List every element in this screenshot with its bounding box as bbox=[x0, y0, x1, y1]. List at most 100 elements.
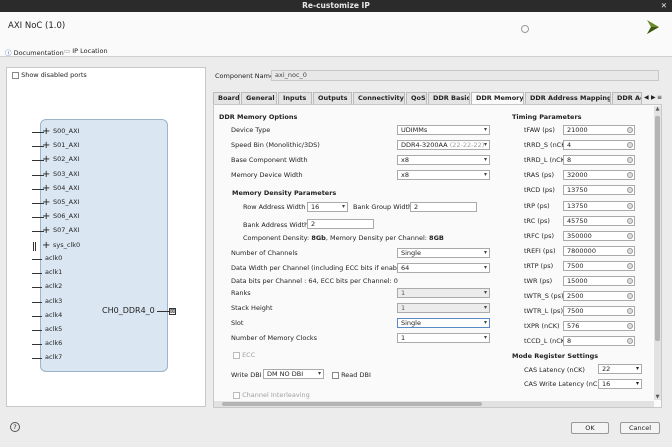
timing-parameters-title: Timing Parameters bbox=[512, 113, 582, 121]
reset-value-icon[interactable] bbox=[627, 202, 633, 209]
cas-write-latency-select[interactable]: 16 bbox=[598, 379, 642, 389]
timing-value-field[interactable]: 2500 bbox=[563, 291, 635, 302]
timing-label: tXPR (nCK) bbox=[524, 322, 560, 331]
slot-label: Slot bbox=[231, 319, 244, 327]
cancel-button[interactable]: Cancel bbox=[620, 422, 660, 434]
expand-plus-icon[interactable]: + bbox=[42, 211, 50, 222]
tab-next-icon[interactable]: ▶ bbox=[651, 92, 656, 104]
reset-value-icon[interactable] bbox=[627, 157, 633, 164]
bank-address-width-label: Bank Address Width bbox=[243, 221, 309, 229]
memory-device-width-select[interactable]: x8 bbox=[397, 170, 490, 180]
content-horizontal-scrollbar[interactable] bbox=[214, 401, 654, 407]
scroll-down-icon[interactable]: ▼ bbox=[654, 394, 661, 400]
reset-value-icon[interactable] bbox=[627, 142, 633, 149]
row-address-width-select[interactable]: 16 bbox=[307, 202, 348, 212]
reset-value-icon[interactable] bbox=[627, 293, 633, 300]
read-dbi-checkbox[interactable]: Read DBI bbox=[332, 371, 371, 379]
reset-value-icon[interactable] bbox=[627, 278, 633, 284]
ip-location-link[interactable]: ▭ IP Location bbox=[64, 47, 108, 55]
timing-value-field[interactable]: 7800000 bbox=[563, 245, 635, 256]
timing-value-field[interactable]: 8 bbox=[563, 336, 635, 347]
data-width-label: Data Width per Channel (including ECC bi… bbox=[231, 264, 410, 272]
reset-value-icon[interactable] bbox=[627, 127, 633, 133]
tab-ddr-basic[interactable]: DDR Basic bbox=[428, 92, 470, 104]
ip-symbol-pane: Show disabled ports + S00_AXI + S01_AXI + S02… bbox=[6, 67, 206, 407]
timing-value-field[interactable]: 15000 bbox=[563, 276, 635, 286]
stack-height-select[interactable]: 1 bbox=[397, 303, 490, 313]
expand-plus-icon[interactable]: + bbox=[42, 126, 50, 137]
expand-plus-icon[interactable]: + bbox=[42, 183, 50, 194]
timing-vertical-scrollbar[interactable]: ▲ ▼ bbox=[654, 106, 661, 400]
reset-value-icon[interactable] bbox=[627, 308, 633, 315]
timing-value-field[interactable]: 21000 bbox=[563, 125, 635, 135]
tab-ddr-address-mapping[interactable]: DDR Address Mapping bbox=[525, 92, 611, 104]
component-density-info: Component Density: 8Gb, Memory Density p… bbox=[243, 234, 444, 242]
bank-group-width-field[interactable]: 2 bbox=[410, 202, 477, 212]
tab-inputs[interactable]: Inputs bbox=[278, 92, 312, 104]
channel-interleaving-checkbox[interactable]: Channel Interleaving bbox=[233, 391, 310, 399]
cas-write-latency-label: CAS Write Latency (nCK) bbox=[524, 380, 605, 388]
timing-value-field[interactable]: 13750 bbox=[563, 200, 635, 211]
checkbox-box[interactable] bbox=[12, 71, 19, 79]
timing-value-field[interactable]: 45750 bbox=[563, 215, 635, 226]
expand-plus-icon[interactable]: + bbox=[42, 169, 50, 180]
ranks-select[interactable]: 1 bbox=[397, 288, 490, 298]
reset-value-icon[interactable] bbox=[627, 217, 633, 224]
tab-board[interactable]: Board bbox=[213, 92, 240, 104]
reset-value-icon[interactable] bbox=[627, 262, 633, 269]
tab-menu-icon[interactable]: ≡ bbox=[657, 92, 662, 104]
expand-plus-icon[interactable]: + bbox=[42, 225, 50, 236]
ok-button[interactable]: OK bbox=[571, 422, 609, 434]
timing-value-field[interactable]: 7500 bbox=[563, 306, 635, 317]
tab-outputs[interactable]: Outputs bbox=[313, 92, 352, 104]
timing-label: tFAW (ps) bbox=[524, 126, 555, 134]
ecc-checkbox[interactable]: ECC bbox=[233, 351, 255, 359]
number-of-memory-clocks-select[interactable]: 1 bbox=[397, 333, 490, 343]
timing-label: tWTR_L (ps) bbox=[524, 307, 563, 316]
slot-select[interactable]: Single bbox=[397, 318, 490, 328]
tab-prev-icon[interactable]: ◀ bbox=[644, 92, 649, 104]
speed-bin-select[interactable]: DDR4-3200AA (22-22-22) bbox=[397, 140, 490, 150]
base-component-width-select[interactable]: x8 bbox=[397, 155, 490, 165]
expand-plus-icon[interactable]: + bbox=[42, 240, 50, 251]
show-disabled-ports-checkbox[interactable]: Show disabled ports bbox=[12, 71, 87, 79]
timing-label: tRRD_L (nCK) bbox=[524, 156, 568, 165]
ddr-memory-options-title: DDR Memory Options bbox=[219, 113, 298, 121]
number-of-channels-select[interactable]: Single bbox=[397, 248, 490, 258]
expand-plus-icon[interactable]: + bbox=[42, 154, 50, 165]
documentation-link[interactable]: ⓘ Documentation bbox=[5, 47, 64, 57]
device-type-select[interactable]: UDIMMs bbox=[397, 125, 490, 135]
expand-plus-icon[interactable]: + bbox=[42, 197, 50, 208]
scrollbar-thumb[interactable] bbox=[655, 116, 660, 341]
scrollbar-thumb[interactable] bbox=[222, 402, 482, 406]
timing-value-field[interactable]: 576 bbox=[563, 321, 635, 332]
data-width-select[interactable]: 64 bbox=[397, 263, 490, 273]
timing-value-field[interactable]: 350000 bbox=[563, 230, 635, 241]
help-icon[interactable]: ? bbox=[10, 422, 20, 432]
expand-plus-icon[interactable]: + bbox=[42, 140, 50, 151]
component-name-label: Component Name bbox=[215, 72, 274, 80]
tab-general[interactable]: General bbox=[241, 92, 277, 104]
tab-qos[interactable]: QoS bbox=[406, 92, 427, 104]
tab-ddr-advanced[interactable]: DDR Ad bbox=[612, 92, 642, 104]
timing-value-field[interactable]: 7500 bbox=[563, 260, 635, 271]
reset-value-icon[interactable] bbox=[627, 338, 633, 345]
timing-value-field[interactable]: 32000 bbox=[563, 170, 635, 181]
timing-value-field[interactable]: 13750 bbox=[563, 185, 635, 196]
timing-value-field[interactable]: 8 bbox=[563, 155, 635, 166]
reset-value-icon[interactable] bbox=[627, 247, 633, 254]
reset-value-icon[interactable] bbox=[627, 232, 633, 239]
component-name-field[interactable]: axi_noc_0 bbox=[271, 70, 659, 81]
port-stub bbox=[32, 273, 42, 275]
reset-value-icon[interactable] bbox=[627, 323, 633, 330]
bank-address-width-field[interactable]: 2 bbox=[307, 219, 374, 229]
cas-latency-select[interactable]: 22 bbox=[598, 364, 642, 374]
reset-value-icon[interactable] bbox=[627, 187, 633, 194]
tab-connectivity[interactable]: Connectivity bbox=[353, 92, 405, 104]
write-dbi-select[interactable]: DM NO DBI bbox=[263, 369, 324, 379]
output-port-marker-icon: ⊠ bbox=[169, 308, 176, 315]
timing-value-field[interactable]: 4 bbox=[563, 140, 635, 151]
close-icon[interactable]: ✕ bbox=[661, 0, 667, 12]
reset-value-icon[interactable] bbox=[627, 172, 633, 179]
scroll-up-icon[interactable]: ▲ bbox=[654, 106, 661, 112]
